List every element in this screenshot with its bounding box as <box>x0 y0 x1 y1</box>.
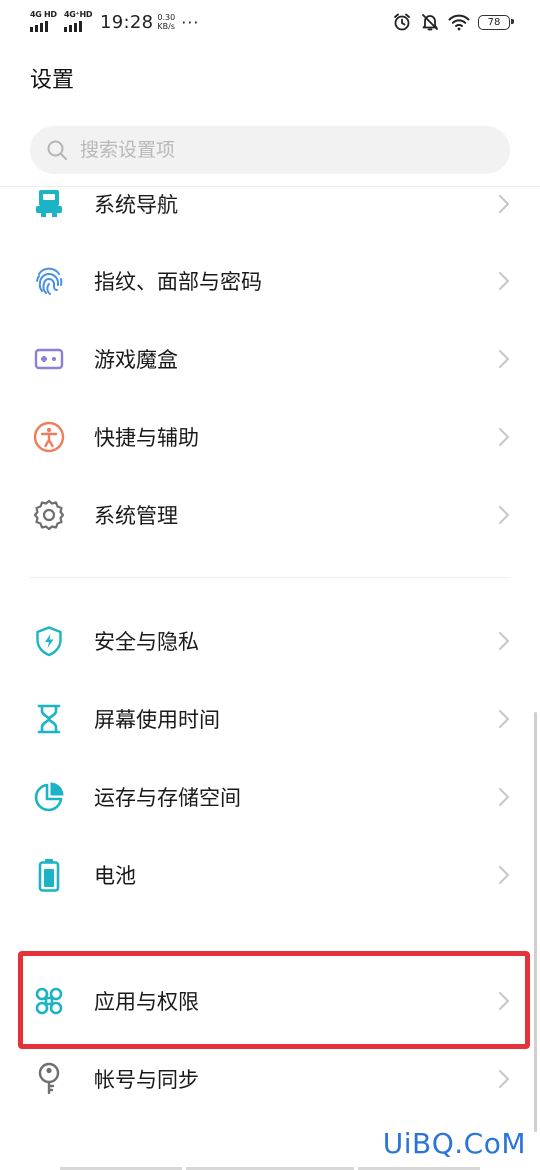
chevron-right-icon <box>499 866 509 884</box>
settings-item-label: 电池 <box>94 864 136 888</box>
settings-item-system-navigation[interactable]: 系统导航 <box>0 187 540 240</box>
settings-item-label: 运存与存储空间 <box>94 786 241 810</box>
settings-item-system-management[interactable]: 系统管理 <box>0 479 540 551</box>
chevron-right-icon <box>499 272 509 290</box>
chevron-right-icon <box>499 710 509 728</box>
settings-item-label: 系统管理 <box>94 504 178 528</box>
settings-item-fingerprint-face-password[interactable]: 指纹、面部与密码 <box>0 245 540 317</box>
settings-item-label: 帐号与同步 <box>94 1068 199 1092</box>
settings-item-account-sync[interactable]: 帐号与同步 <box>0 1043 540 1115</box>
chevron-right-icon <box>499 195 509 213</box>
accessibility-icon <box>32 420 66 454</box>
search-bar[interactable] <box>30 126 510 174</box>
wifi-icon <box>448 14 470 31</box>
settings-item-screen-time[interactable]: 屏幕使用时间 <box>0 683 540 755</box>
battery-indicator: 78 <box>478 14 514 30</box>
gesture-bar <box>0 1166 540 1170</box>
settings-item-ram-storage[interactable]: 运存与存储空间 <box>0 761 540 833</box>
shield-icon <box>32 624 66 658</box>
settings-item-label: 安全与隐私 <box>94 630 199 654</box>
settings-item-label: 游戏魔盒 <box>94 348 178 372</box>
settings-item-security-privacy[interactable]: 安全与隐私 <box>0 605 540 677</box>
fingerprint-icon <box>32 264 66 298</box>
gear-icon <box>32 498 66 532</box>
battery-icon <box>32 858 66 892</box>
highlight-box <box>18 951 530 1049</box>
chevron-right-icon <box>499 788 509 806</box>
navigation-icon <box>32 187 66 221</box>
hourglass-icon <box>32 702 66 736</box>
clock: 19:28 <box>100 11 154 33</box>
scrollbar[interactable] <box>534 712 537 1132</box>
chevron-right-icon <box>499 1070 509 1088</box>
settings-item-battery[interactable]: 电池 <box>0 839 540 911</box>
alarm-icon <box>394 13 410 31</box>
status-bar: 4G HD 4G⁺HD 19:28 0.30 KB/s ··· 78 <box>0 0 540 44</box>
network-speed: 0.30 KB/s <box>157 13 176 31</box>
more-notifications-indicator: ··· <box>181 12 200 32</box>
key-icon <box>32 1062 66 1096</box>
game-box-icon <box>32 342 66 376</box>
sim2-signal-icon: 4G⁺HD <box>64 10 93 34</box>
mute-bell-icon <box>422 14 438 31</box>
settings-item-label: 系统导航 <box>94 193 178 217</box>
chevron-right-icon <box>499 350 509 368</box>
sim1-signal-icon: 4G HD <box>30 10 58 34</box>
chevron-right-icon <box>499 632 509 650</box>
settings-item-label: 指纹、面部与密码 <box>94 270 262 294</box>
search-icon <box>47 140 67 160</box>
settings-item-game-box[interactable]: 游戏魔盒 <box>0 323 540 395</box>
settings-item-label: 快捷与辅助 <box>94 426 199 450</box>
chevron-right-icon <box>499 428 509 446</box>
section-divider <box>30 577 510 578</box>
watermark: UiBQ.CoM <box>382 1127 526 1160</box>
page-title: 设置 <box>30 68 75 93</box>
storage-pie-icon <box>32 780 66 814</box>
settings-item-shortcuts-accessibility[interactable]: 快捷与辅助 <box>0 401 540 473</box>
settings-item-label: 屏幕使用时间 <box>94 708 220 732</box>
search-input[interactable] <box>78 138 482 162</box>
chevron-right-icon <box>499 506 509 524</box>
